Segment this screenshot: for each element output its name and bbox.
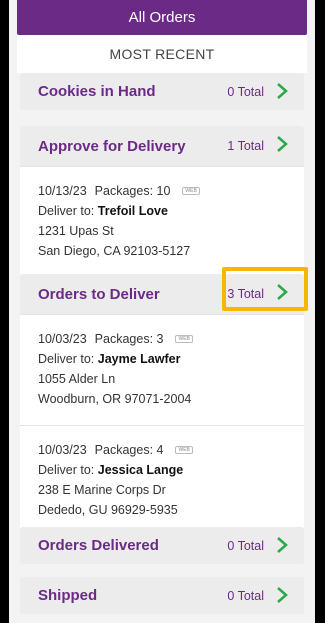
section-count: 0 Total — [227, 84, 264, 99]
recipient-name: Jayme Lawfer — [97, 352, 181, 366]
section-title: Orders Delivered — [38, 537, 159, 554]
section-orders-to-deliver: Orders to Deliver 3 Total 10/03/23 Packa… — [20, 274, 304, 536]
recipient-name: Jessica Lange — [97, 463, 184, 477]
order-item[interactable]: 10/03/23 Packages: 3 WEB Deliver to: Jay… — [20, 314, 304, 425]
section-title: Orders to Deliver — [38, 285, 160, 303]
address-city: Woodburn, OR 97071-2004 — [38, 392, 192, 406]
order-packages: Packages: 10 — [94, 184, 171, 198]
order-item[interactable]: 10/03/23 Packages: 4 WEB Deliver to: Jes… — [20, 425, 304, 536]
section-header[interactable]: Approve for Delivery 1 Total — [20, 126, 304, 166]
section-title: Cookies in Hand — [38, 83, 156, 100]
section-title: Approve for Delivery — [38, 137, 186, 155]
address-street: 1055 Alder Ln — [38, 372, 116, 386]
section-cookies-in-hand[interactable]: Cookies in Hand 0 Total — [20, 73, 304, 110]
address-city: San Diego, CA 92103-5127 — [38, 244, 191, 258]
address-street: 1231 Upas St — [38, 224, 114, 238]
order-date: 10/03/23 — [38, 332, 87, 346]
sort-label: MOST RECENT — [109, 46, 215, 62]
section-header[interactable]: Orders to Deliver 3 Total — [20, 274, 304, 314]
order-date: 10/03/23 — [38, 443, 87, 457]
section-title: Shipped — [38, 587, 98, 604]
page-title: All Orders — [128, 9, 196, 26]
sort-label-bar[interactable]: MOST RECENT — [17, 35, 307, 73]
section-count: 0 Total — [227, 538, 264, 553]
section-count: 0 Total — [227, 588, 264, 603]
web-badge: WEB — [175, 335, 193, 343]
web-badge: WEB — [175, 446, 193, 454]
chevron-right-icon[interactable] — [272, 134, 292, 154]
section-orders-delivered[interactable]: Orders Delivered 0 Total — [20, 527, 304, 564]
section-count: 3 Total — [227, 287, 264, 301]
order-packages: Packages: 4 — [94, 443, 164, 457]
address-street: 238 E Marine Corps Dr — [38, 483, 166, 497]
order-item[interactable]: 10/13/23 Packages: 10 WEB Deliver to: Tr… — [20, 166, 304, 277]
web-badge: WEB — [182, 187, 200, 195]
chevron-right-icon[interactable] — [272, 585, 292, 605]
device-frame: All Orders MOST RECENT Cookies in Hand 0… — [0, 0, 325, 623]
recipient-name: Trefoil Love — [97, 204, 168, 218]
section-approve-for-delivery: Approve for Delivery 1 Total 10/13/23 Pa… — [20, 126, 304, 277]
address-city: Dededo, GU 96929-5935 — [38, 503, 178, 517]
deliver-to-label: Deliver to: — [38, 463, 95, 477]
order-packages: Packages: 3 — [94, 332, 164, 346]
screen: All Orders MOST RECENT Cookies in Hand 0… — [9, 0, 315, 623]
deliver-to-label: Deliver to: — [38, 352, 95, 366]
deliver-to-label: Deliver to: — [38, 204, 95, 218]
section-shipped[interactable]: Shipped 0 Total — [20, 577, 304, 614]
page-title-bar: All Orders — [17, 0, 307, 35]
chevron-right-icon[interactable] — [272, 535, 292, 555]
chevron-right-icon[interactable] — [272, 282, 292, 302]
section-count: 1 Total — [227, 139, 264, 153]
chevron-right-icon[interactable] — [272, 81, 292, 101]
order-date: 10/13/23 — [38, 184, 87, 198]
